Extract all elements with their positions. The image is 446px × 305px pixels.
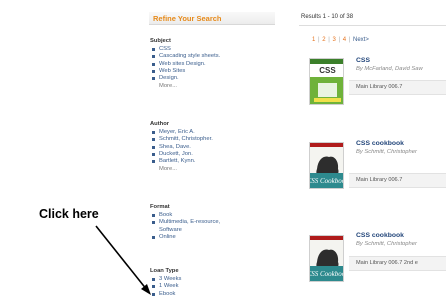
pointer-arrow-icon (95, 225, 151, 295)
